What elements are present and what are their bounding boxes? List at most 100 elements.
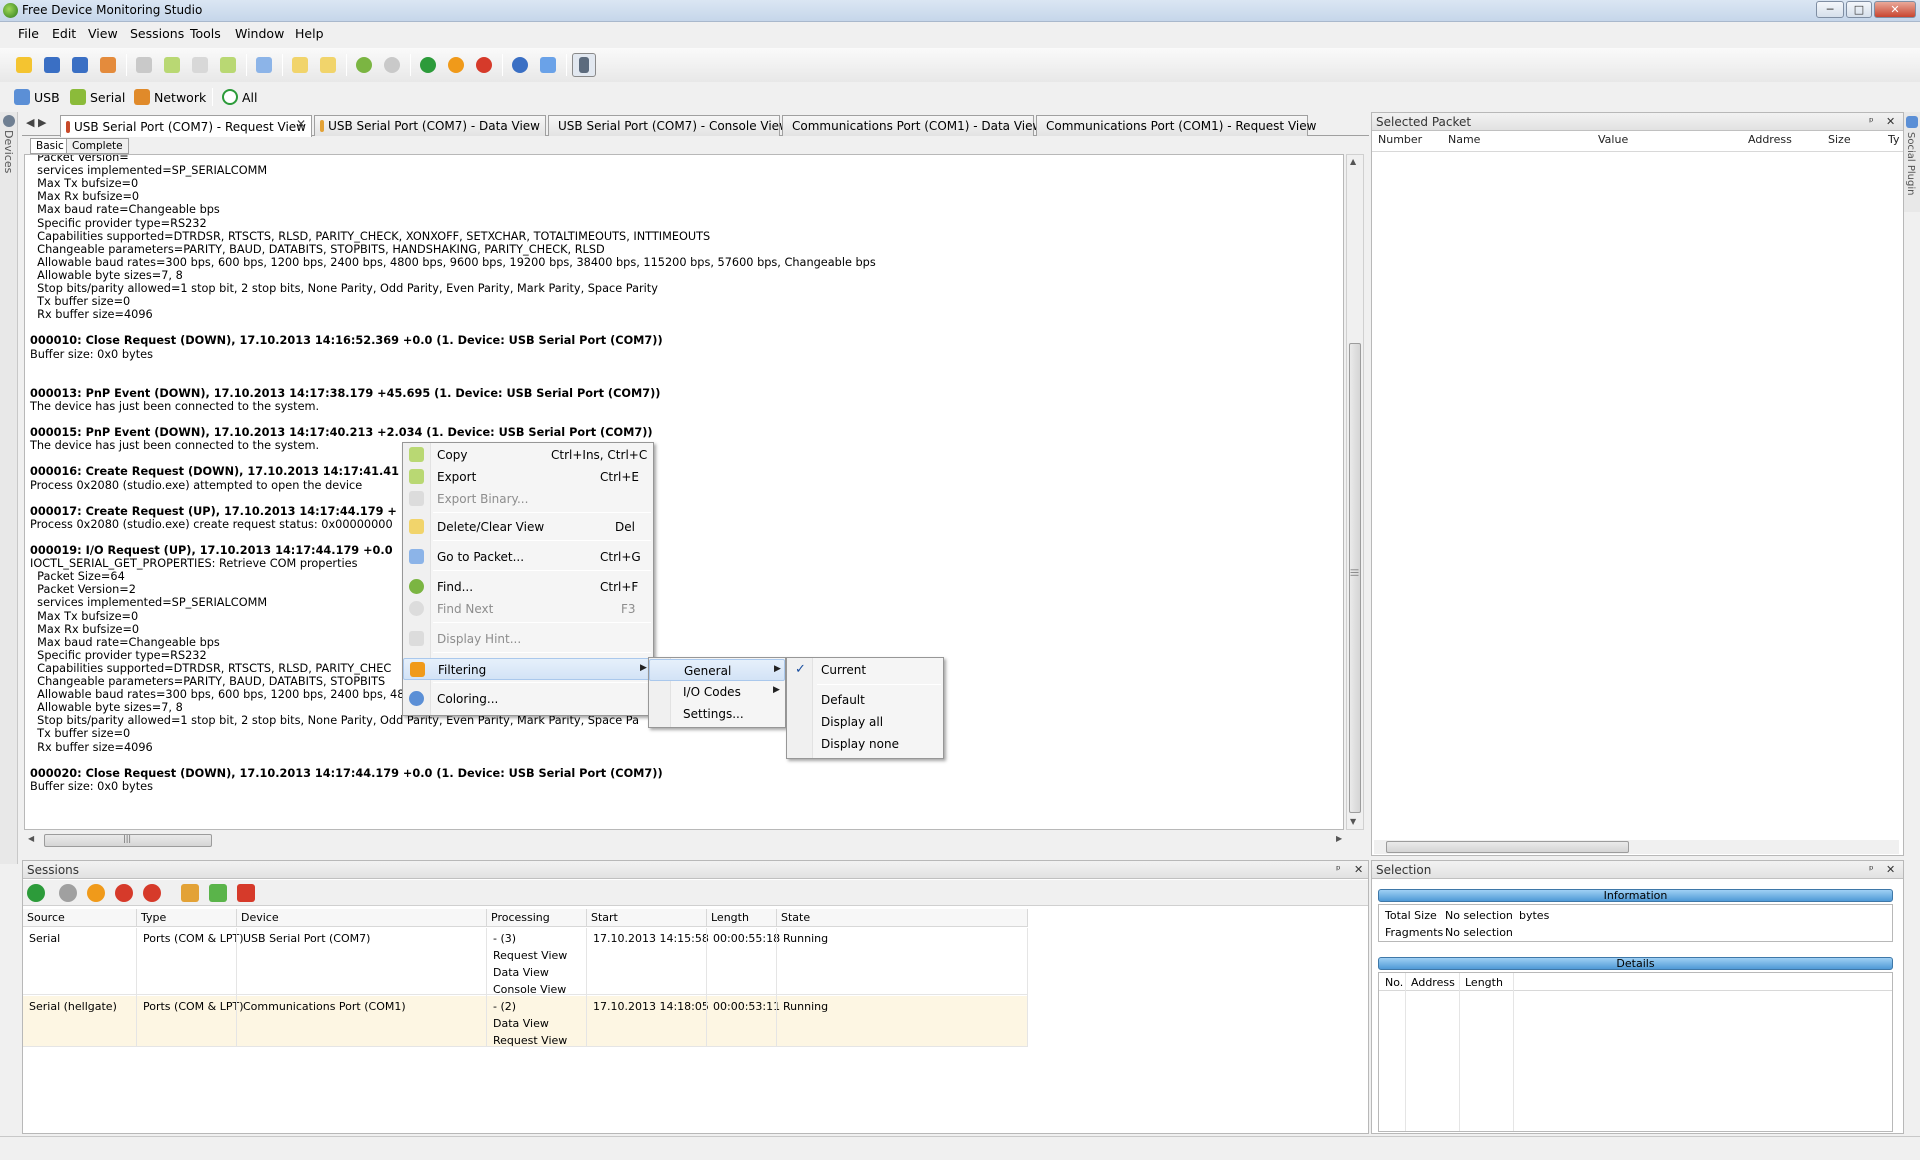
tab-usb-request-view[interactable]: USB Serial Port (COM7) - Request View [60,115,312,137]
tab-prev-button[interactable]: ◀ [26,117,36,129]
network-source-button[interactable]: Network [134,87,206,107]
social-plugin-side-tab[interactable]: Social Plugin [1904,112,1920,212]
tab-usb-console-view[interactable]: USB Serial Port (COM7) - Console View [548,115,789,136]
column-type[interactable]: Ty [1888,133,1900,149]
find-icon[interactable] [288,53,312,77]
view-link[interactable]: Request View [493,1034,567,1047]
stop-icon[interactable] [472,53,496,77]
paste-icon[interactable] [188,53,212,77]
menu-settings[interactable]: Settings... [649,703,785,725]
menu-view[interactable]: View [88,26,118,41]
tab-next-button[interactable]: ▶ [38,117,48,129]
menu-current[interactable]: ✓ Current [787,659,943,681]
column-source[interactable]: Source [23,909,137,927]
serial-source-button[interactable]: Serial [70,87,125,107]
session-chart-icon[interactable] [181,884,199,902]
stop-session-icon[interactable] [115,884,133,902]
close-icon[interactable]: ✕ [1886,115,1895,128]
view-link[interactable]: Data View [493,1017,549,1030]
copy-icon[interactable] [160,53,184,77]
menu-find-next[interactable]: Find Next F3 [403,598,653,620]
column-no[interactable]: No. [1385,976,1403,989]
column-length[interactable]: Length [1465,976,1503,989]
details-group-bar[interactable]: Details [1378,957,1893,970]
column-type[interactable]: Type [137,909,237,927]
menu-display-none[interactable]: Display none [787,733,943,755]
cut-icon[interactable] [132,53,156,77]
save-icon[interactable] [40,53,64,77]
new-session-icon[interactable] [12,53,36,77]
save-as-icon[interactable] [68,53,92,77]
tab-complete[interactable]: Complete [66,138,129,154]
new-session-icon[interactable] [27,884,45,902]
start-icon[interactable] [416,53,440,77]
scroll-up-icon[interactable]: ▲ [1350,157,1356,166]
close-icon[interactable]: ✕ [1354,863,1363,876]
menu-default[interactable]: Default [787,689,943,711]
column-name[interactable]: Name [1448,133,1480,149]
menu-window[interactable]: Window [235,26,284,41]
column-state[interactable]: State [777,909,1028,927]
scroll-thumb[interactable]: ||| [1349,343,1361,813]
remove-view-icon[interactable] [237,884,255,902]
menu-export[interactable]: Export Ctrl+E [403,466,653,488]
tab-com1-request-view[interactable]: Communications Port (COM1) - Request Vie… [1036,115,1316,136]
filter-icon[interactable] [252,53,276,77]
usb-source-button[interactable]: USB [14,87,60,107]
scroll-left-icon[interactable]: ◀ [28,834,34,843]
log-vertical-scrollbar[interactable]: ▲ ||| ▼ [1346,154,1364,830]
plugins-icon[interactable] [536,53,560,77]
menu-go-to-packet[interactable]: Go to Packet... Ctrl+G [403,546,653,568]
pause-icon[interactable] [444,53,468,77]
start-session-icon[interactable] [59,884,77,902]
scroll-right-icon[interactable]: ▶ [1336,834,1342,843]
tab-basic[interactable]: Basic [30,138,70,154]
bookmark-icon[interactable] [352,53,376,77]
view-link[interactable]: Data View [493,966,549,979]
close-icon[interactable]: ✕ [1886,863,1895,876]
session-expand-toggle[interactable]: - (2) [493,1000,516,1013]
session-expand-toggle[interactable]: - (3) [493,932,516,945]
pause-session-icon[interactable] [87,884,105,902]
column-address[interactable]: Address [1411,976,1455,989]
column-processing[interactable]: Processing [487,909,587,927]
export-icon[interactable] [216,53,240,77]
column-value[interactable]: Value [1598,133,1628,149]
find-next-icon[interactable] [316,53,340,77]
options-icon[interactable] [508,53,532,77]
menu-display-hint[interactable]: Display Hint... [403,628,653,650]
close-tab-icon[interactable]: ✕ [296,117,306,131]
menu-delete-clear-view[interactable]: Delete/Clear View Del [403,516,653,538]
column-start[interactable]: Start [587,909,707,927]
bookmark-next-icon[interactable] [380,53,404,77]
tab-com1-data-view[interactable]: Communications Port (COM1) - Data View [782,115,1042,136]
close-button[interactable]: ✕ [1874,1,1916,18]
menu-filtering[interactable]: Filtering ▶ [403,658,653,680]
scroll-thumb[interactable] [1386,841,1629,853]
pin-icon[interactable]: ᵖ [1869,863,1874,876]
packet-horizontal-scrollbar[interactable] [1374,840,1899,854]
menu-io-codes[interactable]: I/O Codes ▶ [649,681,785,703]
remove-session-icon[interactable] [143,884,161,902]
view-link[interactable]: Console View [493,983,566,996]
all-sources-button[interactable]: All [222,87,258,107]
scroll-thumb[interactable]: ||| [44,834,212,847]
tab-usb-data-view[interactable]: USB Serial Port (COM7) - Data View [314,115,546,136]
minimize-button[interactable]: ─ [1816,1,1844,18]
devices-side-tab[interactable]: Devices [0,112,18,864]
menu-help[interactable]: Help [295,26,324,41]
column-number[interactable]: Number [1378,133,1422,149]
menu-display-all[interactable]: Display all [787,711,943,733]
column-size[interactable]: Size [1828,133,1851,149]
column-device[interactable]: Device [237,909,487,927]
column-address[interactable]: Address [1748,133,1792,149]
menu-edit[interactable]: Edit [52,26,76,41]
view-link[interactable]: Request View [493,949,567,962]
information-group-bar[interactable]: Information [1378,889,1893,902]
menu-coloring[interactable]: Coloring... [403,688,653,710]
pin-icon[interactable]: ᵖ [1336,863,1341,876]
menu-sessions[interactable]: Sessions [130,26,184,41]
braces-icon[interactable] [572,53,596,77]
menu-file[interactable]: File [18,26,39,41]
menu-export-binary[interactable]: Export Binary... [403,488,653,510]
